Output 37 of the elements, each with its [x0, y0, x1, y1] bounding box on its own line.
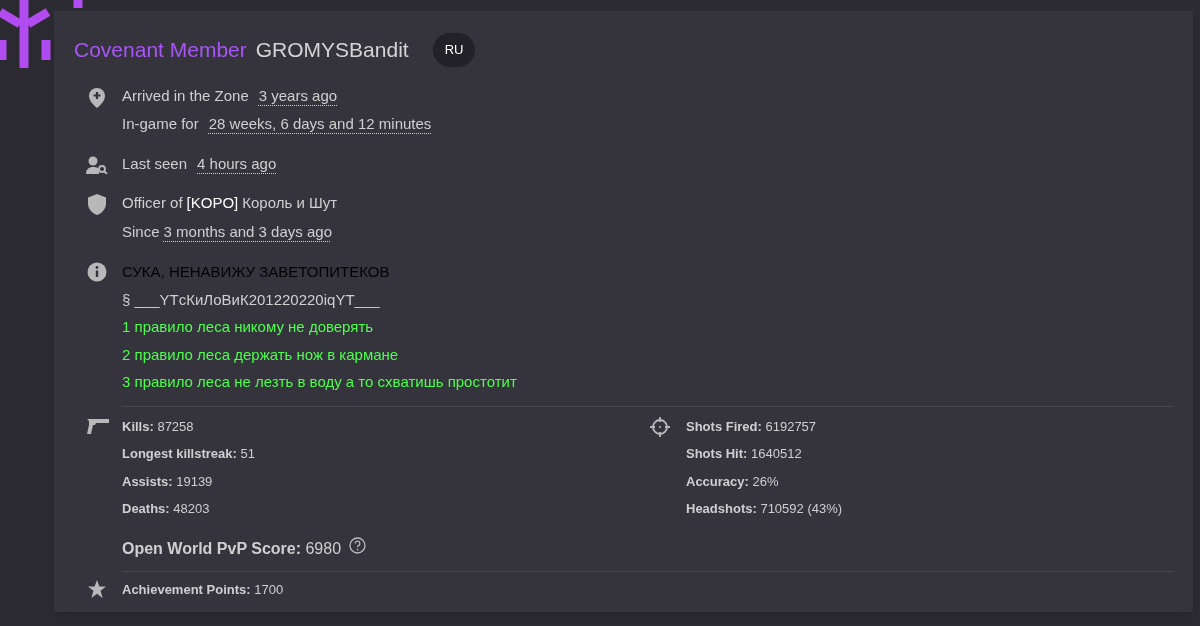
stat-line: Accuracy: 26% — [686, 472, 780, 491]
star-icon — [87, 579, 107, 599]
stat-line: Shots Fired: 6192757 — [686, 417, 818, 436]
pistol-icon — [87, 417, 109, 434]
shield-icon — [88, 194, 106, 215]
bio-line: § ___YTсКиЛоВиК201220220iqYT___ — [122, 289, 381, 310]
player-name: GROMYSBandit — [255, 37, 409, 63]
info-icon — [87, 262, 107, 282]
clan-name: Король и Шут — [242, 193, 338, 213]
last-seen-label: Last seen — [122, 153, 188, 174]
ingame-label: In-game for — [122, 114, 199, 134]
last-seen-value: 4 hours ago — [197, 153, 277, 174]
clan-tag: [KOPO] — [186, 192, 239, 215]
arrived-value: 3 years ago — [258, 85, 338, 106]
stat-line: Assists: 19139 — [122, 472, 214, 491]
achievement-points: Achievement Points: 1700 — [122, 580, 284, 599]
rank-title: Covenant Member — [74, 37, 247, 63]
help-icon[interactable] — [349, 536, 367, 554]
region-badge: RU — [432, 33, 476, 67]
pvp-score: Open World PvP Score: 6980 — [122, 538, 342, 559]
stat-line: Longest killstreak: 51 — [122, 445, 255, 463]
stat-line: Shots Hit: 1640512 — [686, 445, 803, 463]
stat-line: Deaths: 48203 — [122, 500, 211, 518]
since-value: 3 months and 3 days ago — [163, 221, 332, 242]
crosshair-icon — [650, 416, 670, 437]
since-label: Since — [122, 221, 160, 242]
stat-line: Kills: 87258 — [122, 417, 195, 436]
clan-prefix: Officer of — [122, 193, 183, 213]
bio-line: СУКА, НЕНАВИЖУ ЗАВЕТОПИТЕКОВ — [122, 262, 391, 282]
ingame-value: 28 weeks, 6 days and 12 minutes — [208, 114, 432, 134]
bio-line: 1 правило леса никому не доверять — [122, 317, 375, 337]
arrived-label: Arrived in the Zone — [122, 85, 249, 106]
stat-line: Headshots: 710592 (43%) — [686, 500, 843, 518]
map-pin-icon — [88, 87, 106, 108]
user-search-icon — [86, 155, 108, 174]
bio-line: 3 правило леса не лезть в воду а то схватишь простотит — [122, 372, 517, 392]
bio-line: 2 правило леса держать нож в кармане — [122, 344, 400, 365]
